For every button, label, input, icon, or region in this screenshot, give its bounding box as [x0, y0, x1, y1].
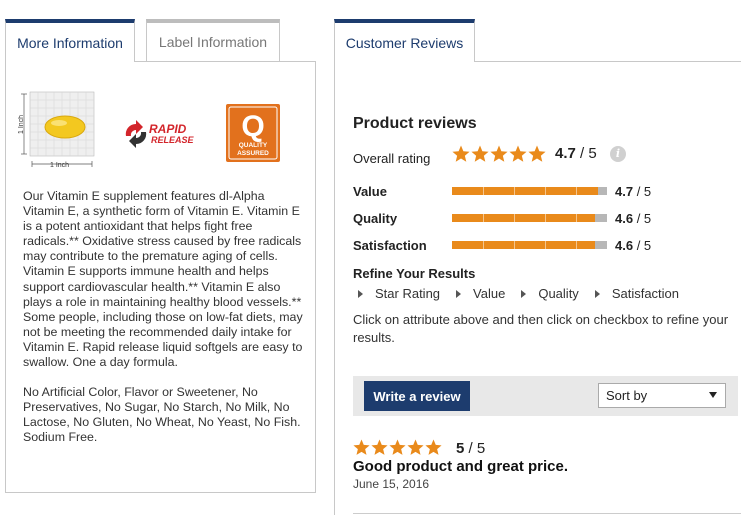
attribute-score: 4.6 / 5 [615, 238, 651, 253]
attribute-bar-tick [576, 187, 577, 195]
description-paragraph: Our Vitamin E supplement features dl-Alp… [23, 189, 303, 370]
refine-links: Star Rating Value Quality Satisfaction [358, 286, 695, 301]
product-description: Our Vitamin E supplement features dl-Alp… [23, 189, 303, 446]
attribute-bar-tick [483, 241, 484, 249]
attribute-bar-tick [483, 187, 484, 195]
star-rating-graphic [353, 439, 442, 455]
attribute-row-satisfaction: Satisfaction 4.6 / 5 [353, 238, 673, 258]
refine-quality[interactable]: Quality [521, 286, 579, 301]
overall-rating-stars [452, 145, 546, 168]
reviews-tab-divider [475, 61, 741, 62]
quality-text: QUALITY [239, 142, 268, 149]
caret-down-icon [709, 392, 717, 398]
assured-text: ASSURED [237, 150, 269, 157]
refine-link-label: Satisfaction [611, 286, 680, 301]
attribute-rating-fill [452, 241, 595, 249]
triangle-right-icon [594, 289, 600, 298]
attribute-name: Quality [353, 211, 398, 226]
refine-link-label: Star Rating [375, 286, 441, 301]
attribute-bar-tick [576, 214, 577, 222]
write-review-button[interactable]: Write a review [364, 381, 470, 411]
review-score-value: 5 [456, 440, 465, 457]
attribute-rating-bar [452, 214, 607, 222]
attribute-row-quality: Quality 4.6 / 5 [353, 211, 673, 231]
refine-value[interactable]: Value [456, 286, 505, 301]
rapid-text: RAPID [149, 122, 187, 136]
star-icon [528, 145, 546, 162]
tab-more-information-label: More Information [17, 34, 123, 51]
attribute-name: Value [353, 184, 387, 199]
reviews-panel-border [334, 61, 335, 515]
triangle-right-icon [521, 289, 527, 298]
star-icon [389, 439, 406, 455]
star-icon [509, 145, 527, 162]
free-from-paragraph: No Artificial Color, Flavor or Sweetener… [23, 385, 301, 445]
tab-label-information-label: Label Information [158, 34, 268, 50]
review-divider [353, 513, 741, 514]
star-icon [452, 145, 470, 162]
attribute-score-value: 4.7 [615, 184, 634, 199]
refine-link-label: Quality [538, 286, 579, 301]
release-text: RELEASE [151, 135, 195, 145]
tab-customer-reviews[interactable]: Customer Reviews [334, 19, 475, 62]
attribute-score: 4.7 / 5 [615, 184, 651, 199]
attribute-bar-tick [545, 187, 546, 195]
sort-by-value: Sort by [606, 388, 648, 403]
attribute-score-value: 4.6 [615, 238, 634, 253]
attribute-bar-tick [514, 187, 515, 195]
attribute-rating-fill [452, 214, 595, 222]
refine-link-label: Value [473, 286, 506, 301]
attribute-score-of: / 5 [636, 184, 652, 199]
attribute-rating-bar [452, 187, 607, 195]
attribute-bar-tick [514, 214, 515, 222]
star-icon [407, 439, 424, 455]
horizontal-size-label: 1 Inch [50, 162, 69, 169]
refine-results-title: Refine Your Results [353, 266, 476, 281]
attribute-score-of: / 5 [636, 211, 652, 226]
star-rating-graphic [452, 145, 546, 162]
softgel-size-graphic: 1 Inch 1 Inch [18, 91, 95, 169]
review-score: 5 / 5 [456, 440, 485, 457]
product-reviews-heading: Product reviews [353, 115, 477, 132]
attribute-bar-tick [483, 214, 484, 222]
overall-rating-score: 4.7 [555, 145, 576, 162]
tab-label-information[interactable]: Label Information [146, 19, 280, 61]
tab-customer-reviews-label: Customer Reviews [345, 34, 464, 51]
quality-q-letter: Q [241, 110, 264, 143]
star-icon [353, 439, 370, 455]
attribute-bar-tick [576, 241, 577, 249]
overall-rating-label: Overall rating [353, 151, 431, 166]
refine-star-rating[interactable]: Star Rating [358, 286, 440, 301]
attribute-bar-tick [514, 241, 515, 249]
attribute-score-value: 4.6 [615, 211, 634, 226]
vertical-size-label: 1 Inch [18, 115, 25, 134]
review-date: June 15, 2016 [353, 477, 430, 491]
attribute-score: 4.6 / 5 [615, 211, 651, 226]
rapid-release-logo: RAPID RELEASE [125, 120, 195, 148]
attribute-bar-tick [545, 214, 546, 222]
attribute-row-value: Value 4.7 / 5 [353, 184, 673, 204]
attribute-rating-bar [452, 241, 607, 249]
review-toolbar: Write a review Sort by [353, 376, 738, 416]
info-icon[interactable]: i [610, 146, 626, 162]
product-badges: 1 Inch 1 Inch RAPID RELEASE Q QUALITY AS… [18, 90, 298, 170]
star-icon [471, 145, 489, 162]
attribute-bar-tick [545, 241, 546, 249]
refine-satisfaction[interactable]: Satisfaction [594, 286, 680, 301]
triangle-right-icon [456, 289, 462, 298]
attribute-name: Satisfaction [353, 238, 427, 253]
refine-instructions: Click on attribute above and then click … [353, 312, 729, 345]
star-icon [371, 439, 388, 455]
attribute-score-of: / 5 [636, 238, 652, 253]
quality-assured-logo: Q QUALITY ASSURED [226, 104, 280, 162]
star-icon [490, 145, 508, 162]
triangle-right-icon [358, 289, 363, 298]
sort-by-select[interactable]: Sort by [598, 383, 726, 408]
tab-more-information[interactable]: More Information [5, 19, 135, 62]
review-score-of: / 5 [468, 440, 486, 457]
overall-rating-value: 4.7 / 5 [555, 145, 597, 162]
star-icon [425, 439, 442, 455]
overall-rating-of: / 5 [580, 145, 597, 162]
review-title: Good product and great price. [353, 458, 569, 475]
